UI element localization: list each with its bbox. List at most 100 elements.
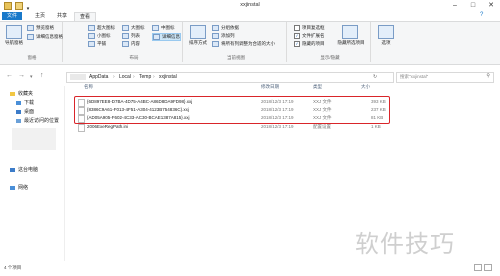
window-title: xxjinstal [240, 2, 260, 8]
file-name: 2006ExeRegPath.ini [87, 124, 129, 129]
close-button[interactable]: ✕ [482, 0, 500, 11]
options-button[interactable]: 选项 [374, 40, 398, 46]
forward-button[interactable]: → [18, 72, 25, 79]
checkbox-icon [294, 25, 300, 31]
column-header-size[interactable]: 大小 [361, 84, 370, 90]
details-view-toggle-icon[interactable] [474, 264, 482, 271]
layout-tiles[interactable]: 平铺 [88, 41, 106, 47]
desktop-icon [16, 109, 21, 114]
tab-file[interactable]: 文件 [2, 12, 23, 20]
hide-selected-icon [342, 25, 358, 39]
sort-icon [190, 25, 206, 39]
options-icon [378, 25, 394, 39]
navigation-pane-icon [6, 25, 22, 39]
sidebar-item-this-pc[interactable]: 这台电脑 [10, 166, 38, 173]
address-bar[interactable]: AppData › Local › Temp › xxjinstal ↻ [66, 72, 394, 83]
sidebar-item-recent[interactable]: 最近访问的位置 [16, 117, 59, 124]
large-icons-toggle-icon[interactable] [484, 264, 492, 271]
current-view-group-label: 当前视图 [227, 55, 245, 60]
download-icon [16, 100, 21, 105]
checkbox-checked-icon: ✓ [294, 33, 300, 39]
layout-group: 超大图标 大图标 中图标 小图标 列表 详细信息 平铺 内容 布局 [86, 22, 183, 62]
back-button[interactable]: ← [6, 72, 13, 79]
column-header-type[interactable]: 类型 [313, 84, 322, 90]
refresh-icon[interactable]: ↻ [373, 74, 377, 80]
layout-content[interactable]: 内容 [122, 41, 140, 47]
add-columns-button[interactable]: 添加列 [212, 33, 235, 39]
icon-view-icon [152, 25, 159, 31]
breadcrumb-temp[interactable]: Temp [139, 74, 151, 80]
layout-list[interactable]: 列表 [122, 33, 140, 39]
column-header-date[interactable]: 修改日期 [261, 84, 279, 90]
search-input[interactable]: 搜索"xxjinstal" ⚲ [396, 72, 494, 83]
details-pane-button[interactable]: 详细信息窗格 [27, 34, 63, 40]
sidebar-item-downloads[interactable]: 下载 [16, 99, 34, 106]
layout-details[interactable]: 详细信息 [152, 33, 181, 42]
up-button[interactable]: ↑ [40, 72, 44, 79]
sidebar-item-desktop[interactable]: 桌面 [16, 108, 34, 115]
watermark: 软件技巧 [355, 230, 455, 258]
recent-locations-button[interactable]: ▾ [30, 74, 33, 80]
current-view-group: 排序方式 分组依据 添加列 将所有列调整为合适的大小 当前视图 [186, 22, 287, 62]
breadcrumb-separator: › [133, 74, 135, 80]
tab-view[interactable]: 查看 [74, 12, 97, 21]
file-extensions-toggle[interactable]: ✓ 文件扩展名 [294, 33, 325, 39]
minimize-button[interactable]: – [446, 0, 464, 11]
details-view-icon [153, 34, 160, 40]
preview-pane-icon [27, 25, 34, 31]
breadcrumb-local[interactable]: Local [119, 74, 131, 80]
layout-medium[interactable]: 中图标 [152, 25, 175, 31]
preview-pane-button[interactable]: 预览窗格 [27, 25, 54, 31]
tiles-view-icon [88, 41, 95, 47]
columns-icon [212, 33, 219, 39]
pane-group-label: 窗格 [27, 55, 37, 60]
computer-icon [10, 167, 15, 172]
file-size: 1 KB [371, 124, 381, 129]
layout-group-label: 布局 [129, 55, 139, 60]
list-view-icon [122, 33, 129, 39]
layout-small[interactable]: 小图标 [88, 33, 111, 39]
layout-large[interactable]: 大图标 [122, 25, 145, 31]
group-by-button[interactable]: 分组依据 [212, 25, 239, 31]
file-date: 2018/12/3 17:19 [261, 124, 294, 129]
tab-share[interactable]: 共享 [52, 12, 72, 20]
blurred-sidebar-region [12, 128, 56, 150]
sort-by-button[interactable]: 排序方式 [186, 40, 210, 46]
fit-columns-icon [212, 41, 219, 47]
hidden-items-toggle[interactable]: ✓ 隐藏的项目 [294, 41, 325, 47]
show-hide-group-label: 显示/隐藏 [320, 55, 340, 60]
breadcrumb-separator: › [113, 74, 115, 80]
breadcrumb-xxjinstal[interactable]: xxjinstal [159, 74, 177, 80]
sidebar-item-favorites[interactable]: 收藏夹 [10, 90, 33, 97]
table-row[interactable]: 2006ExeRegPath.ini 2018/12/3 17:19 配置设置 … [76, 123, 388, 132]
search-placeholder: 搜索"xxjinstal" [400, 74, 429, 79]
tab-home[interactable]: 主页 [30, 12, 50, 20]
fit-columns-button[interactable]: 将所有列调整为合适的大小 [212, 41, 275, 47]
hide-selected-button[interactable]: 隐藏所选项目 [336, 40, 366, 46]
pane-divider [64, 86, 65, 261]
recent-icon [16, 118, 21, 123]
breadcrumb-separator: › [153, 74, 155, 80]
network-icon [10, 185, 15, 190]
group-icon [212, 25, 219, 31]
blurred-path-segment [70, 74, 86, 80]
pane-group: 导航窗格 预览窗格 详细信息窗格 窗格 [2, 22, 63, 62]
highlight-annotation [74, 96, 390, 124]
small-icon-view-icon [88, 33, 95, 39]
star-icon [10, 91, 15, 96]
help-icon[interactable]: ? [480, 12, 483, 18]
breadcrumb-appdata[interactable]: AppData [89, 74, 108, 80]
sidebar-item-network[interactable]: 网络 [10, 184, 28, 191]
column-header-name[interactable]: 名称 [84, 84, 93, 90]
checkbox-checked-icon: ✓ [294, 41, 300, 47]
search-icon: ⚲ [486, 73, 490, 79]
show-hide-group: 项目复选框 ✓ 文件扩展名 ✓ 隐藏的项目 隐藏所选项目 显示/隐藏 [290, 22, 371, 62]
content-view-icon [122, 41, 129, 47]
layout-extra-large[interactable]: 超大图标 [88, 25, 115, 31]
details-pane-icon [27, 34, 34, 40]
icon-view-icon [122, 25, 129, 31]
maximize-button[interactable]: □ [464, 0, 482, 11]
status-item-count: 4 个项目 [4, 265, 22, 270]
nav-pane-button[interactable]: 导航窗格 [2, 40, 26, 46]
item-checkboxes-toggle[interactable]: 项目复选框 [294, 25, 325, 31]
